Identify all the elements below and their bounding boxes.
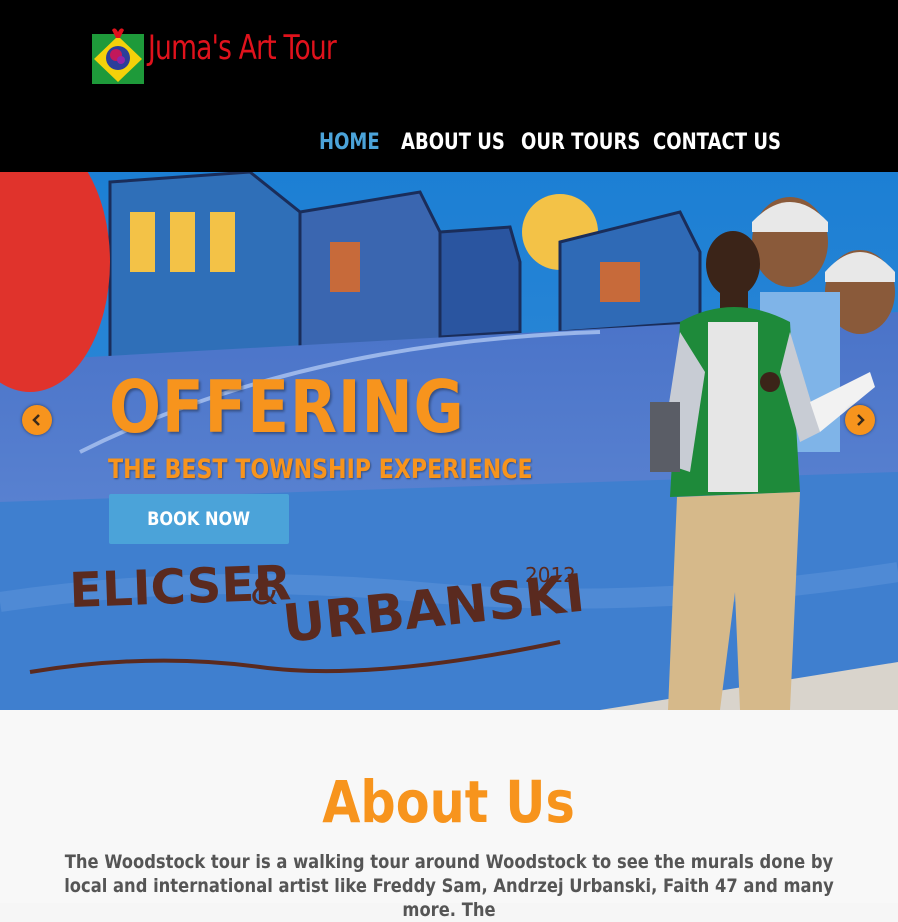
about-section: About Us The Woodstock tour is a walking… [0,710,898,921]
nav-contact-us[interactable]: CONTACT US [653,130,781,155]
nav-home[interactable]: HOME [319,130,380,155]
brazil-flag-logo-icon [92,28,144,84]
slider-next-button[interactable] [845,405,875,435]
book-now-label: BOOK NOW [147,508,251,530]
chevron-right-icon [857,414,865,426]
about-paragraph: The Woodstock tour is a walking tour aro… [60,850,838,922]
brand-name: Juma's Art Tour [148,28,337,68]
about-paragraph-text: The Woodstock tour is a walking tour aro… [64,851,834,921]
site-logo[interactable]: Juma's Art Tour [90,18,337,88]
book-now-button[interactable]: BOOK NOW [109,494,289,544]
svg-text:2012: 2012 [525,563,576,587]
svg-text:&: & [250,572,278,613]
nav-about-us[interactable]: ABOUT US [401,130,505,155]
site-header: Juma's Art Tour HOME ABOUT US OUR TOURS … [0,0,898,172]
about-title: About Us [0,768,898,836]
slider-prev-button[interactable] [22,405,52,435]
hero-heading: OFFERING [109,365,465,449]
about-title-text: About Us [322,768,576,836]
nav-our-tours[interactable]: OUR TOURS [521,130,640,155]
hero-slider: ELICSER & URBANSKI 2012 OFFERING THE BES… [0,172,898,710]
hero-subheading: THE BEST TOWNSHIP EXPERIENCE [108,454,533,485]
chevron-left-icon [32,414,40,426]
